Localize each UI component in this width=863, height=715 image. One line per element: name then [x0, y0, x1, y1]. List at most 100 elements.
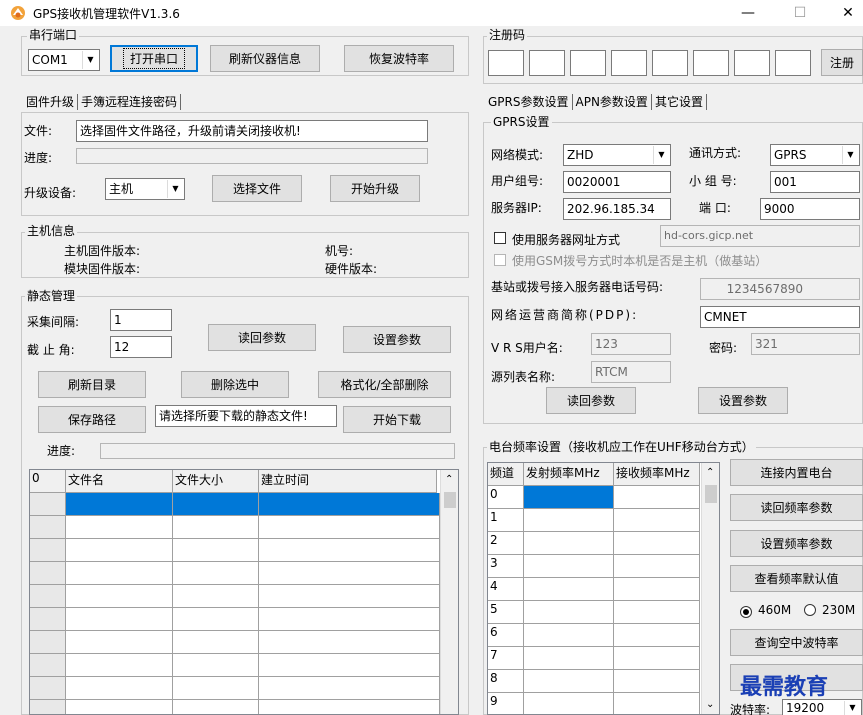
table-cell[interactable]	[66, 631, 173, 654]
row-header[interactable]	[30, 654, 66, 677]
table-cell[interactable]	[173, 677, 259, 700]
table-cell[interactable]	[66, 654, 173, 677]
tx-freq-cell[interactable]	[524, 532, 614, 555]
channel-cell[interactable]: 8	[488, 670, 524, 693]
gsm-checkbox[interactable]	[494, 254, 506, 269]
query-baud-button[interactable]: 查询空中波特率	[730, 629, 863, 656]
table-cell[interactable]	[66, 700, 173, 714]
static-read-params-button[interactable]: 读回参数	[208, 324, 316, 351]
upgrade-device-select[interactable]: 主机 ▼	[105, 178, 185, 200]
connect-radio-button[interactable]: 连接内置电台	[730, 459, 863, 486]
refresh-dir-button[interactable]: 刷新目录	[38, 371, 146, 398]
tx-freq-cell[interactable]	[524, 555, 614, 578]
table-cell[interactable]	[173, 493, 259, 516]
table-cell[interactable]	[66, 539, 173, 562]
gprs-set-params-button[interactable]: 设置参数	[698, 387, 788, 414]
table-cell[interactable]	[173, 654, 259, 677]
channel-cell[interactable]: 6	[488, 624, 524, 647]
interval-field[interactable]: 1	[110, 309, 172, 331]
maximize-button[interactable]: ☐	[780, 2, 820, 24]
col-channel[interactable]: 频道	[488, 463, 524, 486]
view-default-button[interactable]: 查看频率默认值	[730, 565, 863, 592]
open-port-button[interactable]: 打开串口	[110, 45, 198, 72]
tx-freq-cell[interactable]	[524, 693, 614, 714]
user-group-field[interactable]: 0020001	[563, 171, 671, 193]
source-field[interactable]: RTCM	[591, 361, 671, 383]
table-cell[interactable]	[259, 654, 440, 677]
row-header[interactable]	[30, 585, 66, 608]
reg-code-field-5[interactable]	[652, 50, 688, 76]
tx-freq-cell[interactable]	[524, 486, 614, 509]
reg-code-field-4[interactable]	[611, 50, 647, 76]
save-path-button[interactable]: 保存路径	[38, 406, 146, 433]
table-cell[interactable]	[259, 700, 440, 714]
reg-code-field-6[interactable]	[693, 50, 729, 76]
table-cell[interactable]	[259, 493, 440, 516]
freq-scrollbar[interactable]: ⌃ ⌄	[701, 463, 719, 714]
channel-cell[interactable]: 9	[488, 693, 524, 714]
tab-firmware-upgrade[interactable]: 固件升级	[26, 94, 79, 110]
table-cell[interactable]	[173, 608, 259, 631]
scroll-thumb[interactable]	[444, 492, 456, 508]
table-cell[interactable]	[173, 700, 259, 714]
channel-cell[interactable]: 0	[488, 486, 524, 509]
table-cell[interactable]	[173, 631, 259, 654]
static-file-table[interactable]: 0 文件名 文件大小 建立时间 ⌃	[29, 469, 459, 715]
tx-freq-cell[interactable]	[524, 647, 614, 670]
firmware-file-field[interactable]: 选择固件文件路径，升级前请关闭接收机!	[76, 120, 428, 142]
close-button[interactable]: ✕	[828, 2, 863, 24]
channel-cell[interactable]: 2	[488, 532, 524, 555]
col-rx-freq[interactable]: 接收频率MHz	[614, 463, 700, 486]
tab-other[interactable]: 其它设置	[652, 94, 707, 110]
rx-freq-cell[interactable]	[614, 532, 700, 555]
tx-freq-cell[interactable]	[524, 601, 614, 624]
choose-file-button[interactable]: 选择文件	[212, 175, 302, 202]
table-cell[interactable]	[259, 608, 440, 631]
tx-freq-cell[interactable]	[524, 670, 614, 693]
server-ip-field[interactable]: 202.96.185.34	[563, 198, 671, 220]
rx-freq-cell[interactable]	[614, 578, 700, 601]
table-cell[interactable]	[259, 516, 440, 539]
col-tx-freq[interactable]: 发射频率MHz	[524, 463, 614, 486]
table-cell[interactable]	[259, 539, 440, 562]
row-header[interactable]	[30, 608, 66, 631]
minimize-button[interactable]: —	[728, 2, 768, 24]
row-header[interactable]	[30, 516, 66, 539]
row-header[interactable]	[30, 700, 66, 714]
table-cell[interactable]	[259, 585, 440, 608]
restore-baud-button[interactable]: 恢复波特率	[344, 45, 454, 72]
table-cell[interactable]	[259, 562, 440, 585]
tab-gprs[interactable]: GPRS参数设置	[488, 94, 573, 110]
row-header[interactable]	[30, 562, 66, 585]
rx-freq-cell[interactable]	[614, 509, 700, 532]
net-mode-select[interactable]: ZHD ▼	[563, 144, 671, 166]
scroll-down-icon[interactable]: ⌄	[706, 699, 714, 710]
pdp-field[interactable]: CMNET	[700, 306, 860, 328]
reg-code-field-3[interactable]	[570, 50, 606, 76]
tab-remote-password[interactable]: 手簿远程连接密码	[78, 94, 182, 110]
reg-code-field-7[interactable]	[734, 50, 770, 76]
table-cell[interactable]	[173, 539, 259, 562]
dial-field[interactable]: 1234567890	[700, 278, 860, 300]
read-freq-button[interactable]: 读回频率参数	[730, 494, 863, 521]
table-cell[interactable]	[66, 677, 173, 700]
table-cell[interactable]	[66, 562, 173, 585]
refresh-info-button[interactable]: 刷新仪器信息	[210, 45, 320, 72]
table-cell[interactable]	[173, 562, 259, 585]
table-scrollbar[interactable]: ⌃	[440, 470, 458, 714]
table-cell[interactable]	[66, 585, 173, 608]
row-header[interactable]	[30, 493, 66, 516]
use-domain-checkbox[interactable]	[494, 232, 506, 247]
format-all-button[interactable]: 格式化/全部删除	[318, 371, 451, 398]
rx-freq-cell[interactable]	[614, 670, 700, 693]
channel-cell[interactable]: 7	[488, 647, 524, 670]
table-cell[interactable]	[173, 516, 259, 539]
sub-group-field[interactable]: 001	[770, 171, 860, 193]
table-cell[interactable]	[66, 493, 173, 516]
port-select[interactable]: COM1 ▼	[28, 49, 100, 71]
table-cell[interactable]	[259, 677, 440, 700]
table-cell[interactable]	[259, 631, 440, 654]
scroll-thumb[interactable]	[705, 485, 717, 503]
comm-select[interactable]: GPRS ▼	[770, 144, 860, 166]
save-hint-field[interactable]: 请选择所要下载的静态文件!	[155, 405, 337, 427]
